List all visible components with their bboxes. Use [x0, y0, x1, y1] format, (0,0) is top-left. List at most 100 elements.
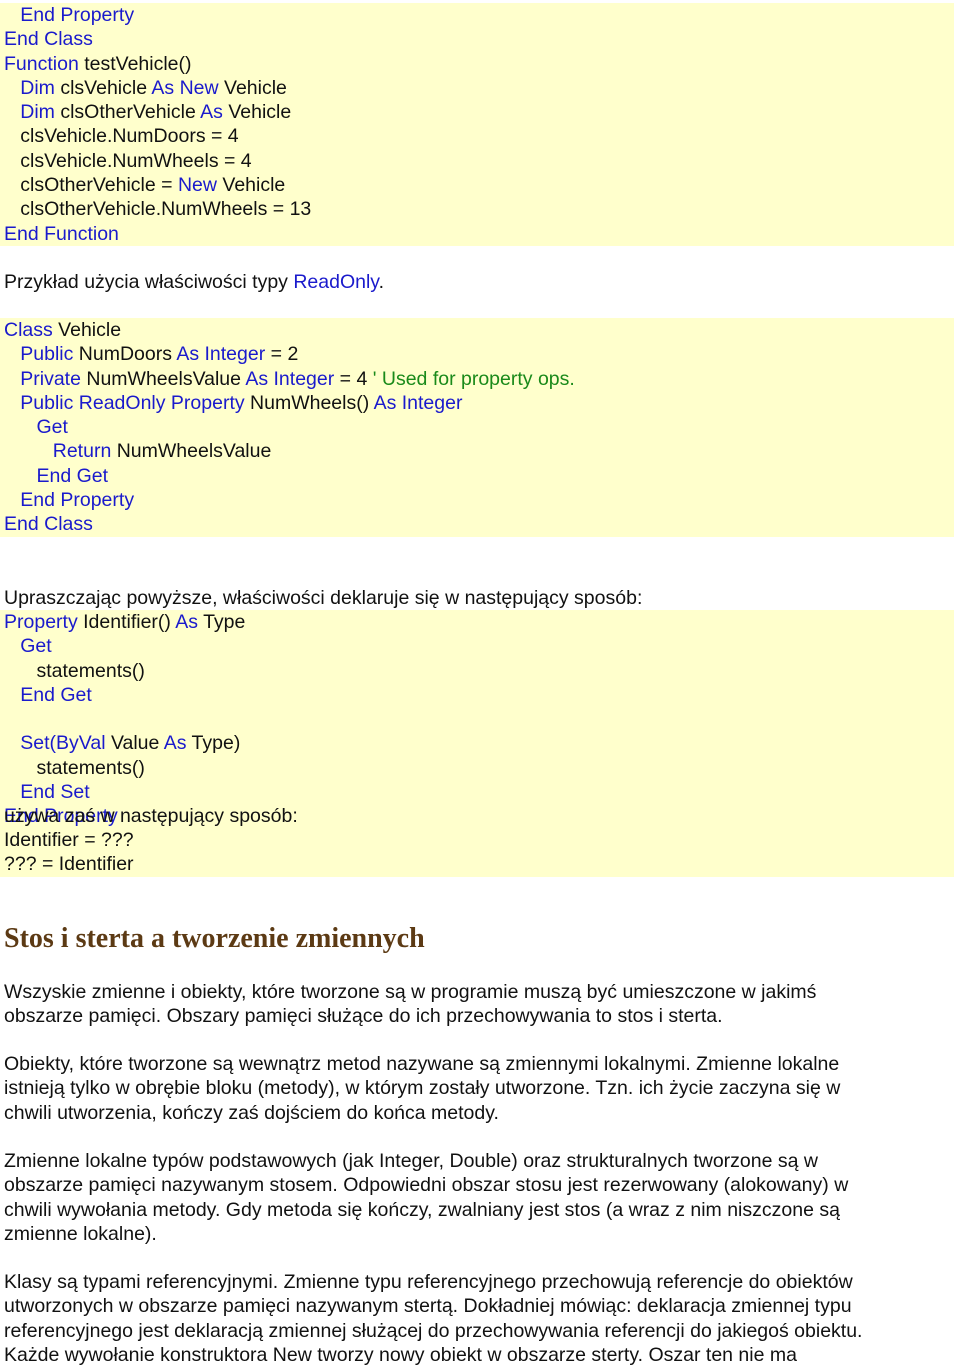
code-line: Class Vehicle [0, 318, 954, 342]
text-token: Identifier = ??? [4, 829, 134, 851]
text-token: statements() [4, 659, 145, 682]
code-line: Function testVehicle() [0, 52, 954, 76]
code-block: Class Vehicle Public NumDoors As Integer… [0, 318, 954, 537]
code-block: End Property End Class Function testVehicl… [0, 3, 954, 246]
paragraph-line: obszarze pamięci. Obszary pamięci służąc… [4, 1005, 723, 1028]
code-line: statements() [0, 756, 954, 780]
keyword-token: Set( [4, 732, 57, 755]
code-line: End Property [0, 488, 954, 512]
text-token: clsOtherVehicle [54, 101, 201, 124]
keyword-token: Property [4, 611, 78, 633]
code-line: clsVehicle.NumWheels = 4 [0, 149, 954, 173]
text-token: = 2 [265, 343, 299, 366]
code-line: clsOtherVehicle = New Vehicle [0, 173, 954, 197]
text-line: Upraszczając powyższe, właściwości dekla… [4, 586, 954, 610]
text-token: używa zaś w następujący sposób: [4, 805, 298, 827]
text-token: statements() [4, 756, 145, 779]
code-line: Identifier = ??? [0, 828, 954, 852]
text-token: clsOtherVehicle = [4, 174, 178, 197]
text-token: clsVehicle.NumDoors = 4 [4, 125, 239, 148]
text-token: ??? = Identifier [4, 853, 134, 876]
code-line: Public NumDoors As Integer = 2 [0, 342, 954, 366]
text-token: NumWheelsValue [111, 440, 272, 463]
code-line: End Get [0, 683, 954, 707]
text-token: Identifier() [77, 611, 176, 633]
code-line: Public ReadOnly Property NumWheels() As … [0, 391, 954, 415]
keyword-token: Public [4, 343, 74, 366]
text-token: = 4 [334, 367, 373, 390]
keyword-token: ByVal [56, 732, 106, 755]
code-line: Return NumWheelsValue [0, 439, 954, 463]
keyword-token: ReadOnly [293, 271, 379, 293]
paragraph: Klasy są typami referencyjnymi. Zmienne … [4, 1270, 954, 1367]
keyword-token: Private [4, 367, 81, 390]
text-token: Vehicle [222, 101, 292, 124]
paragraph-line: referencyjnego jest deklaracją zmiennej … [4, 1319, 863, 1342]
paragraph: Wszyskie zmienne i obiekty, które tworzo… [4, 980, 954, 1029]
keyword-token: End Property [4, 489, 135, 512]
text-token: Vehicle [218, 76, 287, 99]
code-line: End Property [0, 3, 954, 27]
text-token: clsVehicle.NumWheels = 4 [4, 149, 252, 172]
paragraph: Zmienne lokalne typów podstawowych (jak … [4, 1149, 954, 1246]
text-line: używa zaś w następujący sposób: [4, 804, 954, 828]
code-line: End Function [0, 222, 954, 246]
paragraph-line: zmienne lokalne). [4, 1222, 157, 1245]
paragraph-line: Każde wywołanie konstruktora New tworzy … [4, 1343, 797, 1366]
code-line: Get [0, 415, 954, 439]
text-line-block: Upraszczając powyższe, właściwości dekla… [4, 586, 954, 610]
code-line: ??? = Identifier [0, 852, 954, 876]
code-line: Dim clsOtherVehicle As Vehicle [0, 100, 954, 124]
code-line: End Get [0, 464, 954, 488]
keyword-token: End Class [4, 28, 93, 51]
keyword-token: End Class [4, 513, 93, 536]
keyword-token: End Get [4, 683, 92, 706]
code-line: End Class [0, 512, 954, 536]
text-token: Type [198, 611, 246, 633]
paragraph-line: obszarze pamięci nazywanym stosem. Odpow… [4, 1174, 849, 1197]
text-token: clsVehicle [54, 76, 152, 99]
code-line: Private NumWheelsValue As Integer = 4 ' … [0, 367, 954, 391]
code-line: statements() [0, 659, 954, 683]
keyword-token: As [175, 611, 199, 633]
code-line: End Set [0, 780, 954, 804]
paragraph: Obiekty, które tworzone są wewnątrz meto… [4, 1052, 954, 1125]
text-token: . [378, 271, 385, 293]
code-line: Property Identifier() As Type [0, 610, 954, 634]
keyword-token: As New [151, 76, 219, 99]
paragraph-line: chwili utworzenia, kończy zaś dojściem d… [4, 1101, 499, 1124]
code-line: Dim clsVehicle As New Vehicle [0, 76, 954, 100]
keyword-token: Dim [4, 101, 55, 124]
text-token: Type) [186, 732, 241, 755]
text-token: Value [105, 732, 164, 755]
text-token: testVehicle() [78, 52, 192, 75]
keyword-token: Dim [4, 76, 55, 99]
code-line: Get [0, 634, 954, 658]
text-line: Przykład użycia właściwości typy ReadOnl… [4, 270, 954, 294]
keyword-token: New [177, 174, 217, 197]
keyword-token: Return [4, 440, 112, 463]
paragraph-line: utworzonych w obszarze pamięci nazywanym… [4, 1295, 852, 1318]
comment-token: ' Used for property ops. [372, 367, 575, 390]
keyword-token: End Set [4, 781, 90, 804]
keyword-token: Class [4, 319, 53, 341]
text-token: Vehicle [216, 174, 286, 197]
paragraph-line: istnieją tylko w obrębie bloku (metody),… [4, 1077, 841, 1100]
text-token: NumWheels() [244, 391, 374, 414]
keyword-token: End Function [4, 222, 119, 245]
text-token: Przykład użycia właściwości typy [4, 271, 294, 293]
text-line-block: Przykład użycia właściwości typy ReadOnl… [4, 270, 954, 294]
text-token: NumWheelsValue [80, 367, 246, 390]
keyword-token: Get [4, 635, 52, 658]
paragraph-line: Obiekty, które tworzone są wewnątrz meto… [4, 1053, 840, 1075]
code-line: End Class [0, 27, 954, 51]
keyword-token: End Get [4, 464, 109, 487]
code-line: clsOtherVehicle.NumWheels = 13 [0, 197, 954, 221]
keyword-token: End Property [4, 4, 135, 26]
paragraph-line: Zmienne lokalne typów podstawowych (jak … [4, 1150, 818, 1172]
text-token: clsOtherVehicle.NumWheels = 13 [4, 198, 312, 221]
text-token: Upraszczając powyższe, właściwości dekla… [4, 587, 643, 609]
paragraph-line: Klasy są typami referencyjnymi. Zmienne … [4, 1271, 853, 1293]
keyword-token: As [200, 101, 223, 124]
